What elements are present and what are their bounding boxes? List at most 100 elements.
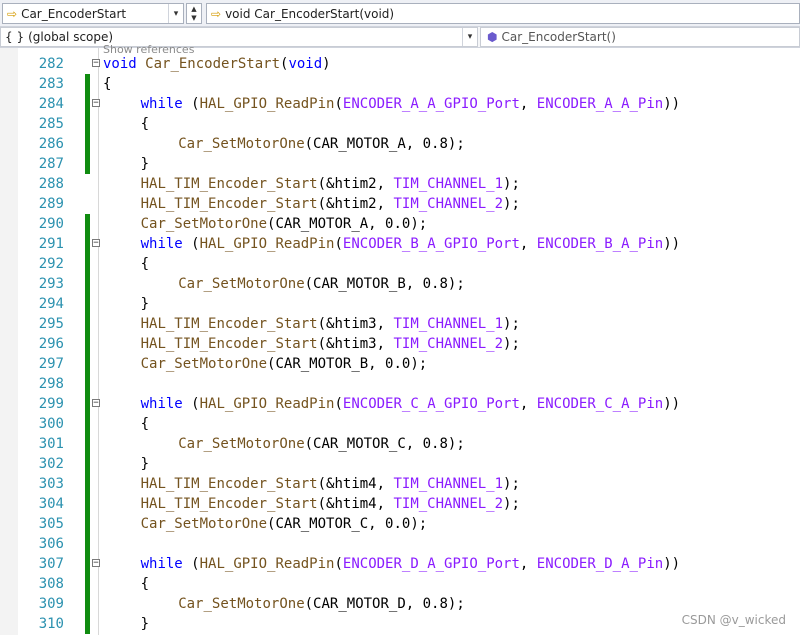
code-line[interactable]: 285 { (0, 114, 800, 134)
code-token: (CAR_MOTOR_C, 0.0); (267, 516, 428, 532)
member-combo[interactable]: ⇨ void Car_EncoderStart(void) (206, 3, 800, 24)
project-combo[interactable]: ⇨ Car_EncoderStart ▾ (2, 3, 184, 24)
code-token: HAL_TIM_Encoder_Start (140, 176, 318, 192)
code-text: Car_SetMotorOne(CAR_MOTOR_B, 0.0); (141, 354, 428, 374)
code-line[interactable]: 303 HAL_TIM_Encoder_Start(&htim4, TIM_CHA… (0, 474, 800, 494)
code-line[interactable]: 294} (0, 294, 800, 314)
code-editor[interactable]: Show references 282− void Car_EncoderStar… (0, 43, 800, 635)
line-number: 284 (38, 96, 64, 112)
code-token: Car_SetMotorOne (140, 356, 268, 372)
chevron-down-icon[interactable]: ▾ (462, 28, 477, 46)
code-line[interactable]: 307− while (HAL_GPIO_ReadPin(ENCODER_D_A_… (0, 554, 800, 574)
code-token: (&htim2, (317, 176, 394, 192)
code-line[interactable]: 299− while (HAL_GPIO_ReadPin(ENCODER_C_A_… (0, 394, 800, 414)
collapse-icon[interactable]: − (92, 59, 100, 68)
code-line[interactable]: 300 { (0, 414, 800, 434)
code-token: void (288, 56, 323, 72)
code-line[interactable]: 301 Car_SetMotorOne(CAR_MOTOR_C, 0.8); (0, 434, 800, 454)
code-text: HAL_TIM_Encoder_Start(&htim2, TIM_CHANNE… (141, 174, 520, 194)
code-line[interactable]: 308 { (0, 574, 800, 594)
code-token: Car_SetMotorOne (178, 276, 305, 292)
code-line[interactable]: 290 Car_SetMotorOne(CAR_MOTOR_A, 0.0); (0, 214, 800, 234)
code-line[interactable]: 302} (0, 454, 800, 474)
line-number: 289 (38, 196, 64, 212)
code-text: void Car_EncoderStart(void) (103, 54, 331, 74)
code-line[interactable]: 295 HAL_TIM_Encoder_Start(&htim3, TIM_CHA… (0, 314, 800, 334)
code-text: HAL_TIM_Encoder_Start(&htim4, TIM_CHANNE… (141, 474, 520, 494)
change-indicator (85, 134, 90, 154)
change-indicator (85, 154, 90, 174)
change-indicator (85, 434, 90, 454)
code-line[interactable]: 297 Car_SetMotorOne(CAR_MOTOR_B, 0.0); (0, 354, 800, 374)
code-line[interactable]: 284− while (HAL_GPIO_ReadPin(ENCODER_A_A_… (0, 94, 800, 114)
change-indicator (85, 114, 90, 134)
code-token: Car_SetMotorOne (178, 136, 305, 152)
code-token: , (519, 556, 537, 572)
code-line[interactable]: 282 − void Car_EncoderStart(void) (0, 54, 800, 74)
code-line[interactable]: 305 Car_SetMotorOne(CAR_MOTOR_C, 0.0); (0, 514, 800, 534)
code-text: HAL_TIM_Encoder_Start(&htim3, TIM_CHANNE… (141, 334, 520, 354)
code-token: ( (334, 396, 343, 412)
code-line[interactable]: 298 (0, 374, 800, 394)
code-token: TIM_CHANNEL_1 (393, 476, 504, 492)
code-token: ( (334, 96, 343, 112)
code-text: { (141, 574, 149, 594)
line-number: 302 (38, 456, 64, 472)
scope-combo[interactable]: { } (global scope) ▾ (0, 27, 478, 47)
code-line[interactable]: 304 HAL_TIM_Encoder_Start(&htim4, TIM_CHA… (0, 494, 800, 514)
code-token: (&htim3, (317, 336, 394, 352)
collapse-icon[interactable]: − (92, 239, 100, 248)
code-text: { (141, 414, 149, 434)
code-token: ENCODER_D_A_Pin (536, 556, 664, 572)
chevron-down-icon[interactable]: ▾ (168, 4, 183, 23)
code-line[interactable]: 286 Car_SetMotorOne(CAR_MOTOR_A, 0.8); (0, 134, 800, 154)
line-number: 283 (38, 76, 64, 92)
code-line[interactable]: 283 { (0, 74, 800, 94)
code-token: HAL_GPIO_ReadPin (199, 236, 335, 252)
code-line[interactable]: 309 Car_SetMotorOne(CAR_MOTOR_D, 0.8); (0, 594, 800, 614)
code-token: TIM_CHANNEL_1 (393, 176, 504, 192)
code-line[interactable]: 292 { (0, 254, 800, 274)
code-token: TIM_CHANNEL_2 (393, 496, 504, 512)
code-token: , (519, 236, 537, 252)
braces-icon: { } (5, 30, 25, 44)
code-line[interactable]: 310} (0, 614, 800, 634)
code-text: Car_SetMotorOne(CAR_MOTOR_C, 0.8); (178, 434, 465, 454)
change-indicator (85, 594, 90, 614)
code-token: Car_SetMotorOne (140, 516, 268, 532)
line-number: 306 (38, 536, 64, 552)
code-line[interactable]: 293 Car_SetMotorOne(CAR_MOTOR_B, 0.8); (0, 274, 800, 294)
stepper-up-icon[interactable]: ▲ (191, 5, 196, 14)
collapse-icon[interactable]: − (92, 399, 100, 408)
code-token: ( (182, 96, 200, 112)
code-token: Car_SetMotorOne (140, 216, 268, 232)
change-indicator (85, 474, 90, 494)
code-token: ) (322, 56, 331, 72)
code-line[interactable]: 289 HAL_TIM_Encoder_Start(&htim2, TIM_CHA… (0, 194, 800, 214)
collapse-icon[interactable]: − (92, 99, 100, 108)
code-token: HAL_GPIO_ReadPin (199, 396, 335, 412)
code-line[interactable]: 306 (0, 534, 800, 554)
code-line[interactable]: 296 HAL_TIM_Encoder_Start(&htim3, TIM_CHA… (0, 334, 800, 354)
code-token: (CAR_MOTOR_A, 0.0); (267, 216, 428, 232)
code-token: HAL_TIM_Encoder_Start (140, 336, 318, 352)
code-token: void (103, 56, 137, 72)
collapse-icon[interactable]: − (92, 559, 100, 568)
stepper-down-icon[interactable]: ▼ (191, 14, 196, 23)
code-line[interactable]: 288 HAL_TIM_Encoder_Start(&htim2, TIM_CHA… (0, 174, 800, 194)
split-stepper[interactable]: ▲ ▼ (186, 3, 202, 24)
code-token: HAL_GPIO_ReadPin (199, 556, 335, 572)
code-token: } (140, 156, 150, 172)
code-text: { (141, 114, 149, 134)
code-token: { (140, 416, 150, 432)
code-token: { (140, 116, 150, 132)
code-token: Car_SetMotorOne (178, 436, 305, 452)
line-number: 292 (38, 256, 64, 272)
change-indicator (85, 334, 90, 354)
line-number: 309 (38, 596, 64, 612)
code-line[interactable]: 287} (0, 154, 800, 174)
line-number: 307 (38, 556, 64, 572)
line-number: 295 (38, 316, 64, 332)
symbol-combo[interactable]: ⬢ Car_EncoderStart() (480, 27, 800, 47)
code-line[interactable]: 291− while (HAL_GPIO_ReadPin(ENCODER_B_A_… (0, 234, 800, 254)
